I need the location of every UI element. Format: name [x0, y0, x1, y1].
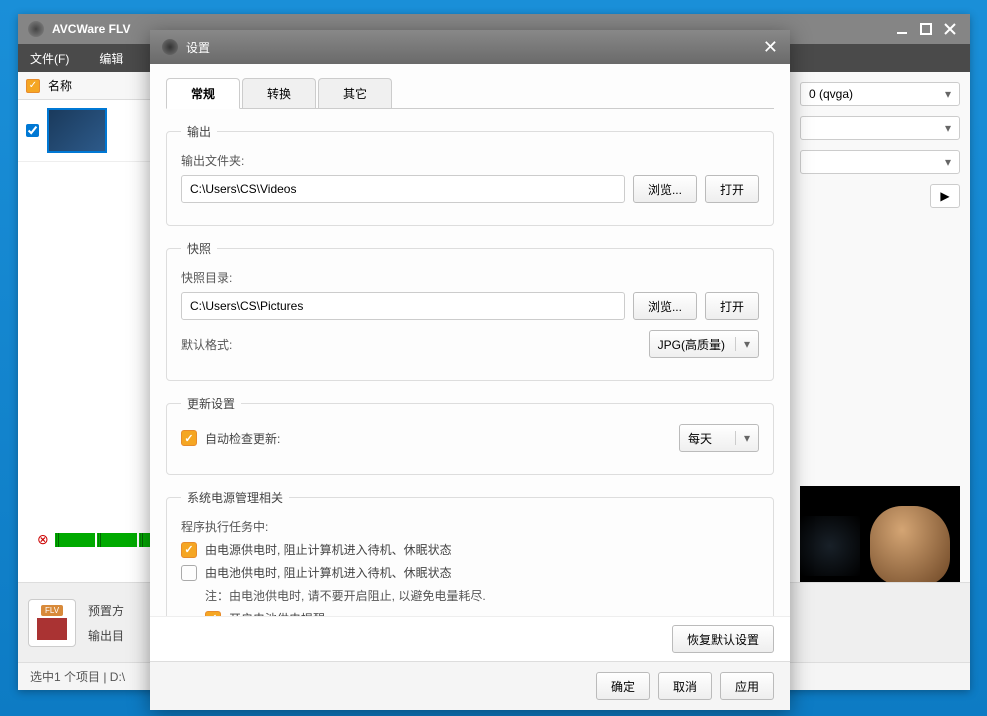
output-folder-label: 输出文件夹: [181, 152, 759, 169]
power-running-label: 程序执行任务中: [181, 518, 759, 535]
file-checkbox[interactable] [26, 124, 39, 137]
select-all-checkbox[interactable] [26, 79, 40, 93]
snapshot-format-select[interactable]: JPG(高质量) [649, 330, 759, 358]
output-fieldset: 输出 输出文件夹: 浏览... 打开 [166, 123, 774, 226]
output-folder-input[interactable] [181, 175, 625, 203]
tab-other[interactable]: 其它 [318, 78, 392, 108]
battery-prevent-checkbox[interactable] [181, 565, 197, 581]
ac-prevent-label: 由电源供电时, 阻止计算机进入待机、休眠状态 [205, 541, 452, 558]
file-thumbnail [47, 108, 107, 153]
dialog-titlebar: 设置 ✕ [150, 30, 790, 64]
maximize-button[interactable] [916, 21, 936, 37]
cancel-button[interactable]: 取消 [658, 672, 712, 700]
output-label: 输出目 [88, 627, 124, 644]
close-button[interactable] [940, 21, 960, 37]
power-legend: 系统电源管理相关 [181, 489, 289, 506]
snapshot-format-label: 默认格式: [181, 336, 641, 353]
tab-convert[interactable]: 转换 [242, 78, 316, 108]
play-preview-button[interactable]: ▶ [930, 184, 960, 208]
status-text: 选中1 个项目 | D:\ [30, 668, 125, 685]
snapshot-browse-button[interactable]: 浏览... [633, 292, 697, 320]
snapshot-open-button[interactable]: 打开 [705, 292, 759, 320]
battery-prevent-label: 由电池供电时, 阻止计算机进入待机、休眠状态 [205, 564, 452, 581]
output-open-button[interactable]: 打开 [705, 175, 759, 203]
ac-prevent-checkbox[interactable] [181, 542, 197, 558]
dialog-logo-icon [162, 39, 178, 55]
option-dropdown-2[interactable] [800, 116, 960, 140]
tabs: 常规 转换 其它 [166, 78, 774, 109]
column-name: 名称 [48, 77, 72, 94]
waveform-segment [55, 533, 95, 547]
snapshot-dir-input[interactable] [181, 292, 625, 320]
option-dropdown-3[interactable] [800, 150, 960, 174]
preset-label: 预置方 [88, 602, 124, 619]
minimize-button[interactable] [892, 21, 912, 37]
waveform-segment [97, 533, 137, 547]
tab-general[interactable]: 常规 [166, 78, 240, 109]
app-title: AVCWare FLV [52, 22, 130, 36]
restore-defaults-button[interactable]: 恢复默认设置 [672, 625, 774, 653]
snapshot-fieldset: 快照 快照目录: 浏览... 打开 默认格式: JPG(高质量) [166, 240, 774, 381]
dialog-title: 设置 [186, 39, 210, 56]
dialog-close-button[interactable]: ✕ [763, 37, 778, 58]
auto-update-label: 自动检查更新: [205, 430, 280, 447]
snapshot-dir-label: 快照目录: [181, 269, 759, 286]
output-legend: 输出 [181, 123, 217, 140]
ok-button[interactable]: 确定 [596, 672, 650, 700]
auto-update-checkbox[interactable] [181, 430, 197, 446]
apply-button[interactable]: 应用 [720, 672, 774, 700]
settings-dialog: 设置 ✕ 常规 转换 其它 输出 输出文件夹: 浏览... 打开 快照 快照目录… [150, 30, 790, 710]
update-fieldset: 更新设置 自动检查更新: 每天 [166, 395, 774, 475]
app-logo-icon [28, 21, 44, 37]
power-fieldset: 系统电源管理相关 程序执行任务中: 由电源供电时, 阻止计算机进入待机、休眠状态… [166, 489, 774, 616]
profile-dropdown[interactable]: 0 (qvga) [800, 82, 960, 106]
waveform-delete-icon[interactable]: ⊗ [37, 531, 49, 548]
right-panel: 0 (qvga) ▶ 00:00:00 / 00:00:09 🔊 ⟳ 📷 [790, 72, 970, 662]
snapshot-legend: 快照 [181, 240, 217, 257]
update-frequency-select[interactable]: 每天 [679, 424, 759, 452]
update-legend: 更新设置 [181, 395, 241, 412]
menu-edit[interactable]: 编辑 [99, 50, 123, 67]
power-note: 注：由电池供电时, 请不要开启阻止, 以避免电量耗尽. [205, 587, 759, 604]
flv-format-icon: FLV [28, 599, 76, 647]
menu-file[interactable]: 文件(F) [30, 50, 69, 67]
output-browse-button[interactable]: 浏览... [633, 175, 697, 203]
